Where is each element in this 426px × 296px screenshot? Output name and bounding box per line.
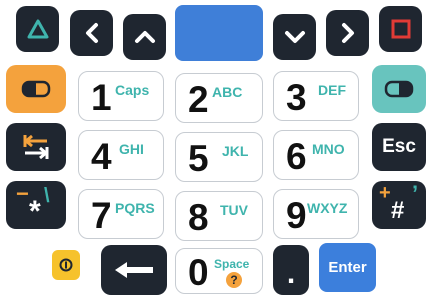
backspace-key[interactable] [101,245,167,295]
key-1-digit: 1 [91,77,112,118]
key-2-letters: ABC [212,84,243,100]
up-arrow-key[interactable] [123,14,166,60]
star-key[interactable]: − \ * [6,181,66,229]
backspace-arrow-icon [113,260,155,280]
star-alt-teal: \ [44,185,50,207]
key-8-digit: 8 [188,197,209,238]
key-5[interactable]: 5 JKL [175,132,263,182]
hash-alt-teal: ’ [412,181,419,206]
key-7-letters: PQRS [115,200,155,216]
key-3-letters: DEF [318,82,346,98]
hash-key[interactable]: + ’ # [372,181,426,229]
key-5-letters: JKL [222,143,249,159]
key-9[interactable]: 9 WXYZ [273,189,359,239]
key-4[interactable]: 4 GHI [78,130,164,180]
key-6-digit: 6 [286,136,307,177]
key-7[interactable]: 7 PQRS [78,189,164,239]
key-1[interactable]: 1 Caps [78,71,164,121]
triangle-icon [26,18,50,40]
key-0-digit: 0 [188,252,209,293]
key-9-letters: WXYZ [307,200,348,216]
right-arrow-key[interactable] [326,10,369,56]
power-icon [58,257,74,273]
star-alt-orange: − [16,181,29,206]
chevron-up-icon [133,27,157,47]
chevron-left-icon [82,21,102,45]
hash-main: # [391,197,405,224]
hash-alt-orange: + [379,182,391,204]
triangle-key[interactable] [16,6,59,52]
tab-key[interactable] [6,123,66,171]
key-2[interactable]: 2 ABC [175,73,263,123]
key-9-digit: 9 [286,195,307,236]
square-key[interactable] [379,6,422,52]
chevron-right-icon [338,21,358,45]
key-6[interactable]: 6 MNO [273,130,359,180]
right-function-icon [384,80,414,98]
chevron-down-icon [283,27,307,47]
esc-label: Esc [382,136,416,157]
key-4-letters: GHI [119,141,144,157]
dot-label: . [286,257,296,290]
key-6-letters: MNO [312,141,345,157]
enter-key[interactable]: Enter [319,243,376,292]
key-2-digit: 2 [188,79,209,120]
dot-key[interactable]: . [273,245,309,295]
key-0-letters: Space [214,257,250,271]
key-8-letters: TUV [220,202,248,218]
left-arrow-key[interactable] [70,10,113,56]
center-select-key[interactable] [175,5,263,61]
key-0[interactable]: 0 Space ? [175,248,263,294]
key-5-digit: 5 [188,138,209,179]
esc-key[interactable]: Esc [372,123,426,171]
right-function-key[interactable] [372,65,426,113]
left-function-icon [21,80,51,98]
key-4-digit: 4 [91,136,112,177]
left-function-key[interactable] [6,65,66,113]
key-3-digit: 3 [286,77,307,118]
power-key[interactable] [52,250,80,280]
key-3[interactable]: 3 DEF [273,71,359,121]
enter-label: Enter [328,259,367,276]
key-8[interactable]: 8 TUV [175,191,263,241]
square-icon [391,19,411,39]
tab-icon [21,131,51,163]
key-1-letters: Caps [115,82,150,98]
star-main: * [29,195,41,228]
down-arrow-key[interactable] [273,14,316,60]
key-7-digit: 7 [91,195,112,236]
key-0-sub-badge: ? [226,272,242,288]
